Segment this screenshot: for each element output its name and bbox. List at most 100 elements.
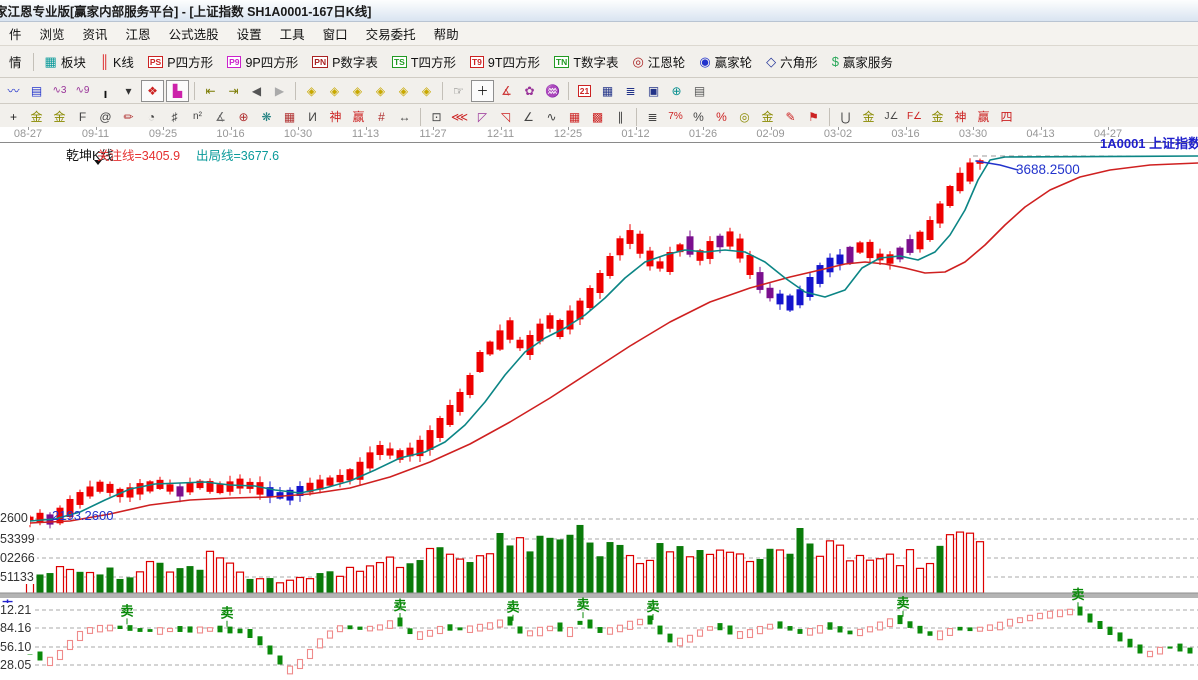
fan-box-red-icon[interactable]: ◹ [495, 107, 516, 127]
crosshair-tool-icon[interactable]: + [3, 107, 24, 127]
red-grid-icon[interactable]: ▦ [564, 107, 585, 127]
box-frame-icon[interactable]: ⊡ [426, 107, 447, 127]
diamond-cross-icon[interactable]: ◈ [393, 81, 414, 101]
zigzag-line-icon[interactable]: ∿ [541, 107, 562, 127]
feature-1[interactable]: ▦ 板块 [38, 49, 93, 75]
flag-red-icon[interactable]: ⚑ [803, 107, 824, 127]
percent-line-icon[interactable]: % [711, 107, 732, 127]
printer-icon[interactable]: ▤ [689, 81, 710, 101]
si-angle-icon[interactable]: 四 [996, 107, 1017, 127]
notes-icon[interactable]: ≣ [620, 81, 641, 101]
gold-circle-icon[interactable]: ◎ [734, 107, 755, 127]
calendar-21-icon[interactable]: 21 [574, 81, 595, 101]
crosshair-icon[interactable]: ＋ [471, 79, 494, 102]
flower-icon[interactable]: ✿ [519, 81, 540, 101]
f-grid-icon[interactable]: F [72, 107, 93, 127]
prev-bar-icon[interactable]: ◀ [246, 81, 267, 101]
f-angle-icon[interactable]: F∠ [904, 107, 925, 127]
rocket-draw-icon[interactable]: ✏ [118, 107, 139, 127]
scale-bars-icon[interactable]: ≣ [642, 107, 663, 127]
ying-angle-icon[interactable]: 赢 [973, 107, 994, 127]
feature-8[interactable]: TN T数字表 [547, 49, 625, 75]
gann-pattern-icon[interactable]: ❖ [141, 79, 164, 102]
main-chart-svg[interactable]: 卖卖卖卖卖卖卖卖 [0, 142, 1198, 680]
feature-3[interactable]: PS P四方形 [141, 49, 220, 75]
ying-tool-icon[interactable]: 赢 [348, 107, 369, 127]
date-label: 12-11 [486, 128, 515, 140]
diamond-right-icon[interactable]: ◈ [324, 81, 345, 101]
first-bar-icon[interactable]: ⇤ [200, 81, 221, 101]
gold-underline-icon[interactable]: 金 [858, 107, 879, 127]
knot-icon[interactable]: ♒ [542, 81, 563, 101]
calculator-icon[interactable]: ▦ [597, 81, 618, 101]
feature-7[interactable]: T9 9T四方形 [463, 49, 547, 75]
red-grid2-icon[interactable]: ▩ [587, 107, 608, 127]
menu-item-9[interactable]: 帮助 [425, 22, 468, 45]
gann-grid-gold2-icon[interactable]: 金 [49, 107, 70, 127]
feature-2[interactable]: ║ K线 [93, 49, 141, 75]
wave9-icon[interactable]: ∿9 [72, 81, 93, 101]
network-icon[interactable]: ⊕ [666, 81, 687, 101]
histogram-icon[interactable]: ▙ [166, 79, 189, 102]
parallel-lines-icon[interactable]: ∥ [610, 107, 631, 127]
menu-item-3[interactable]: 江恩 [117, 22, 160, 45]
menu-item-6[interactable]: 工具 [271, 22, 314, 45]
menu-item-8[interactable]: 交易委托 [357, 22, 425, 45]
feature-0[interactable]: 情 [2, 49, 29, 75]
time-gauge-icon[interactable]: ◔ [141, 107, 162, 127]
diamond-left-icon[interactable]: ◈ [301, 81, 322, 101]
gold-angle-icon[interactable]: 金 [927, 107, 948, 127]
feature-11[interactable]: ◇ 六角形 [759, 49, 825, 75]
diamond-h-icon[interactable]: ◈ [347, 81, 368, 101]
percent7-icon[interactable]: 7% [665, 107, 686, 127]
mirror-angle-icon[interactable]: ∡ [210, 107, 231, 127]
angle-measure-icon[interactable]: ∡ [496, 81, 517, 101]
ruler-123-icon[interactable]: # [371, 107, 392, 127]
fan-lines-icon[interactable]: ⋘ [449, 107, 470, 127]
date-label: 09-25 [148, 128, 178, 140]
brush-red-icon[interactable]: ✎ [780, 107, 801, 127]
save-icon[interactable]: ▣ [643, 81, 664, 101]
zigzag-wave-icon[interactable]: 〰 [3, 81, 24, 101]
span-arrows-icon[interactable]: ↔ [394, 107, 415, 127]
web-grid-icon[interactable]: ▦ [279, 107, 300, 127]
hand-icon[interactable]: ☞ [448, 81, 469, 101]
next-bar-icon[interactable]: ▶ [269, 81, 290, 101]
menu-item-2[interactable]: 资讯 [74, 22, 117, 45]
cup-tool-icon[interactable]: ⋃ [835, 107, 856, 127]
menu-item-4[interactable]: 公式选股 [160, 22, 228, 45]
candle-tool-icon[interactable]: ╻ [95, 81, 116, 101]
gann-grid-gold-icon[interactable]: 金 [26, 107, 47, 127]
diamond-star-icon[interactable]: ◈ [416, 81, 437, 101]
spiral-icon[interactable]: @ [95, 107, 116, 127]
dropdown-arrow-icon[interactable]: ▾ [118, 81, 139, 101]
feature-5[interactable]: PN P数字表 [305, 49, 385, 75]
menu-item-1[interactable]: 浏览 [31, 22, 74, 45]
gold-lines-icon[interactable]: 金 [757, 107, 778, 127]
feature-4[interactable]: P9 9P四方形 [220, 49, 305, 75]
clipboard-icon[interactable]: ▤ [26, 81, 47, 101]
menu-item-7[interactable]: 窗口 [314, 22, 357, 45]
fan-box-purple-icon[interactable]: ◸ [472, 107, 493, 127]
title-bar[interactable]: 家江恩专业版[赢家内部服务平台] - [上证指数 SH1A0001-167日K线… [0, 0, 1198, 22]
n2-ruler-icon[interactable]: n² [187, 107, 208, 127]
feature-label: T数字表 [573, 56, 619, 70]
wave3-icon[interactable]: ∿3 [49, 81, 70, 101]
feature-9[interactable]: ◎ 江恩轮 [625, 49, 692, 75]
target-circle-icon[interactable]: ⊕ [233, 107, 254, 127]
j-angle-icon[interactable]: J∠ [881, 107, 902, 127]
menu-item-0[interactable]: 件 [0, 22, 31, 45]
diamond-x-icon[interactable]: ◈ [370, 81, 391, 101]
last-bar-icon[interactable]: ⇥ [223, 81, 244, 101]
percent-icon[interactable]: % [688, 107, 709, 127]
n-quote-icon[interactable]: И [302, 107, 323, 127]
angle-fan-icon[interactable]: ∠ [518, 107, 539, 127]
feature-6[interactable]: TS T四方形 [385, 49, 463, 75]
tick-ruler-icon[interactable]: ♯ [164, 107, 185, 127]
menu-item-5[interactable]: 设置 [228, 22, 271, 45]
feature-10[interactable]: ◉ 赢家轮 [692, 49, 759, 75]
shen-tool-icon[interactable]: 神 [325, 107, 346, 127]
shen-angle-icon[interactable]: 神 [950, 107, 971, 127]
web-circle-icon[interactable]: ❋ [256, 107, 277, 127]
feature-12[interactable]: $ 赢家服务 [825, 49, 900, 75]
